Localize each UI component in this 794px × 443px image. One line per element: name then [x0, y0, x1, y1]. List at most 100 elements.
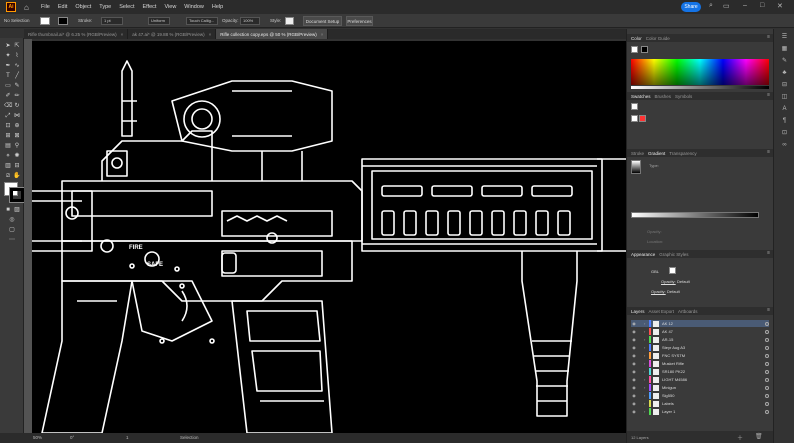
- tab-rifle-thumbnail[interactable]: Rifle thumbnail.ai* @ 6.25 % (RGB/Previe…: [24, 29, 129, 39]
- tab-artboards[interactable]: Artboards: [678, 309, 698, 314]
- menu-help[interactable]: Help: [212, 4, 223, 10]
- gradient-slider[interactable]: [631, 212, 759, 218]
- artboard-tool-icon[interactable]: ⊟: [13, 162, 21, 170]
- tab-transparency[interactable]: Transparency: [669, 151, 696, 156]
- eye-icon[interactable]: ◉: [631, 329, 637, 334]
- stroke-color-icon[interactable]: [9, 187, 25, 203]
- panel-menu-icon[interactable]: ≡: [767, 149, 770, 155]
- target-icon[interactable]: [765, 369, 769, 374]
- lasso-tool-icon[interactable]: ⌇: [13, 52, 21, 60]
- layer-row[interactable]: ◉ › Layer 1: [631, 408, 769, 415]
- minimize-icon[interactable]: –: [743, 2, 747, 9]
- close-tab-icon[interactable]: ×: [321, 32, 324, 37]
- layer-row[interactable]: ◉ › AR-15: [631, 336, 769, 343]
- panel-menu-icon[interactable]: ≡: [767, 92, 770, 98]
- eye-icon[interactable]: ◉: [631, 353, 637, 358]
- panel-menu-icon[interactable]: ≡: [767, 250, 770, 256]
- column-graph-tool-icon[interactable]: ▥: [4, 162, 12, 170]
- perspective-grid-tool-icon[interactable]: ⊞: [4, 132, 12, 140]
- style-swatch[interactable]: [285, 17, 294, 25]
- shape-builder-tool-icon[interactable]: ⊕: [13, 122, 21, 130]
- line-tool-icon[interactable]: ╱: [13, 72, 21, 80]
- tab-brushes[interactable]: Brushes: [655, 94, 672, 99]
- delete-layer-icon[interactable]: 🗑: [755, 433, 763, 440]
- document-setup-button[interactable]: Document Setup: [303, 16, 342, 26]
- target-icon[interactable]: [765, 385, 769, 390]
- target-icon[interactable]: [765, 345, 769, 350]
- pathfinder-icon[interactable]: ◫: [781, 93, 789, 101]
- target-icon[interactable]: [765, 393, 769, 398]
- target-icon[interactable]: [765, 337, 769, 342]
- eye-icon[interactable]: ◉: [631, 409, 637, 414]
- panel-menu-icon[interactable]: ≡: [767, 34, 770, 40]
- symbols-icon[interactable]: ♣: [781, 69, 789, 77]
- align-icon[interactable]: ⊟: [781, 81, 789, 89]
- swatch-red[interactable]: [639, 115, 646, 122]
- tab-gradient[interactable]: Gradient: [648, 151, 665, 156]
- grayscale-bar[interactable]: [631, 86, 769, 89]
- layer-row[interactable]: ◉ › Labels: [631, 400, 769, 407]
- layer-row[interactable]: ◉ › SR180 PK22: [631, 368, 769, 375]
- eye-icon[interactable]: ◉: [631, 385, 637, 390]
- links-icon[interactable]: ∞: [781, 141, 789, 149]
- color-fill-swatch[interactable]: [631, 46, 638, 53]
- preferences-button[interactable]: Preferences: [346, 16, 373, 26]
- hand-tool-icon[interactable]: ✋: [13, 172, 21, 180]
- arrange-icon[interactable]: ▭: [723, 2, 730, 10]
- layer-row[interactable]: ◉ › AK 47: [631, 328, 769, 335]
- character-icon[interactable]: A: [781, 105, 789, 113]
- stroke-weight-field[interactable]: 1 pt: [101, 17, 123, 25]
- swatch-white[interactable]: [631, 103, 638, 110]
- swatch-none[interactable]: [631, 115, 638, 122]
- rotation-value[interactable]: 0°: [70, 435, 74, 440]
- draw-mode-icon[interactable]: ◎: [8, 216, 16, 224]
- scale-tool-icon[interactable]: ⤢: [4, 112, 12, 120]
- eye-icon[interactable]: ◉: [631, 401, 637, 406]
- edit-toolbar-icon[interactable]: ⋯: [8, 236, 16, 244]
- menu-file[interactable]: File: [41, 4, 50, 10]
- eye-icon[interactable]: ◉: [631, 377, 637, 382]
- libraries-icon[interactable]: ▦: [781, 45, 789, 53]
- close-icon[interactable]: ✕: [777, 2, 783, 10]
- rotate-tool-icon[interactable]: ↻: [13, 102, 21, 110]
- artboard-canvas[interactable]: FIRE SAFE: [32, 41, 626, 433]
- artboard-number[interactable]: 1: [126, 435, 129, 440]
- transform-icon[interactable]: ⊡: [781, 129, 789, 137]
- target-icon[interactable]: [765, 321, 769, 326]
- eye-icon[interactable]: ◉: [631, 337, 637, 342]
- target-icon[interactable]: [765, 401, 769, 406]
- blend-tool-icon[interactable]: ⋄: [4, 152, 12, 160]
- menu-object[interactable]: Object: [75, 4, 91, 10]
- variable-width-profile[interactable]: Uniform: [148, 17, 170, 25]
- direct-selection-tool-icon[interactable]: ⇱: [13, 42, 21, 50]
- layer-row[interactable]: ◉ › Musket Rifle: [631, 360, 769, 367]
- layer-row[interactable]: ◉ › Sig550: [631, 392, 769, 399]
- appearance-opacity-label-1[interactable]: Opacity:: [661, 279, 676, 284]
- maximize-icon[interactable]: □: [760, 2, 764, 9]
- tab-ak47[interactable]: ak 47.ai* @ 19.88 % (RGB/Preview) ×: [128, 29, 217, 39]
- layer-row[interactable]: ◉ › AK 12: [631, 320, 769, 327]
- layer-row[interactable]: ◉ › Steyr Aug A3: [631, 344, 769, 351]
- new-layer-icon[interactable]: ＋: [737, 433, 743, 442]
- free-transform-tool-icon[interactable]: ⊡: [4, 122, 12, 130]
- eye-icon[interactable]: ◉: [631, 369, 637, 374]
- pen-tool-icon[interactable]: ✒: [4, 62, 12, 70]
- type-tool-icon[interactable]: T: [4, 72, 12, 80]
- curvature-tool-icon[interactable]: ∿: [13, 62, 21, 70]
- paragraph-icon[interactable]: ¶: [781, 117, 789, 125]
- screen-mode-icon[interactable]: ▢: [8, 226, 16, 234]
- menu-edit[interactable]: Edit: [58, 4, 67, 10]
- layer-row[interactable]: ◉ › FNC SYSTM: [631, 352, 769, 359]
- menu-select[interactable]: Select: [119, 4, 134, 10]
- target-icon[interactable]: [765, 329, 769, 334]
- mesh-tool-icon[interactable]: ⊠: [13, 132, 21, 140]
- magic-wand-tool-icon[interactable]: ✦: [4, 52, 12, 60]
- target-icon[interactable]: [765, 409, 769, 414]
- gradient-tool-icon[interactable]: ▤: [4, 142, 12, 150]
- gradient-preview[interactable]: [631, 160, 641, 174]
- slice-tool-icon[interactable]: ⧄: [4, 172, 12, 180]
- home-icon[interactable]: ⌂: [24, 3, 33, 12]
- tab-color[interactable]: Color: [631, 36, 642, 41]
- target-icon[interactable]: [765, 377, 769, 382]
- brush-definition[interactable]: Touch Callig...: [186, 17, 218, 25]
